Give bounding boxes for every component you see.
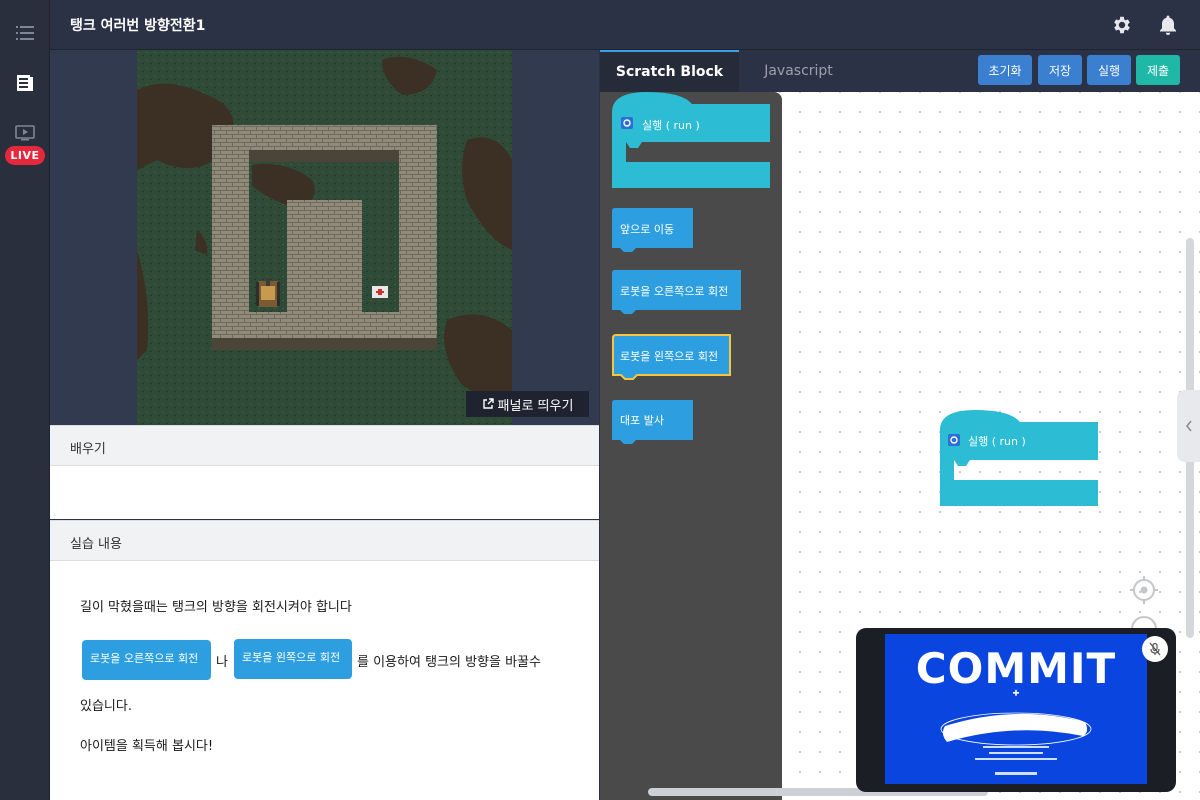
flyout-forward-block[interactable]: 앞으로 이동 [612,208,694,252]
app-root: LIVE 탱크 여러번 방향전환1 패널로 띄우기 배우기 실습 내용 길이 막… [0,0,1200,800]
run-button[interactable]: 실행 [1087,55,1131,85]
video-play-icon[interactable] [0,122,50,144]
learn-body [50,466,600,519]
flyout-fire-label: 대포 발사 [620,414,664,427]
zoom-control-icon[interactable] [1129,615,1159,629]
chevron-left-icon [1185,420,1192,432]
menu-list-icon[interactable] [0,22,50,44]
video-graphic [940,689,1092,775]
flyout-forward-label: 앞으로 이동 [620,223,675,236]
practice-line-4: 아이템을 획득해 봅시다! [80,739,214,754]
popout-panel-button[interactable]: 패널로 띄우기 [466,391,589,417]
flyout-turn-right-label: 로봇을 오른쪽으로 회전 [620,285,729,298]
external-link-icon [482,398,494,409]
tank-sprite [256,278,280,307]
game-map[interactable] [137,50,512,425]
practice-conj: 나 [216,655,228,670]
inline-block-turn-right: 로봇을 오른쪽으로 회전 [82,640,211,680]
left-rail: LIVE [0,0,50,800]
mic-off-icon [1149,642,1161,656]
item-pickup [372,286,388,298]
practice-content: 길이 막혔을때는 탱크의 방향을 회전시켜야 합니다 로봇을 오른쪽으로 회전 … [50,561,600,800]
tab-javascript[interactable]: Javascript [739,50,858,92]
page-title: 탱크 여러번 방향전환1 [70,18,206,34]
practice-line-3: 있습니다. [80,699,132,714]
save-button[interactable]: 저장 [1038,55,1082,85]
gear-small-icon [621,117,633,129]
practice-heading: 실습 내용 [70,537,122,552]
flyout-run-block[interactable]: 실행 ( run ) [612,92,772,190]
live-badge[interactable]: LIVE [5,146,45,165]
workspace-run-block[interactable]: 실행 ( run ) [940,410,1100,508]
editor-tabs: Scratch Block Javascript 초기화 저장 실행 제출 [600,50,1200,92]
recenter-icon[interactable] [1129,575,1159,605]
side-panel-toggle[interactable] [1177,390,1200,462]
reset-button[interactable]: 초기화 [978,55,1032,85]
popout-label: 패널로 띄우기 [497,398,574,414]
gear-icon[interactable] [1110,13,1134,37]
document-icon[interactable] [0,72,50,94]
learn-heading-bar[interactable]: 배우기 [50,425,600,466]
video-overlay[interactable]: COMMIT [856,628,1176,792]
video-screen: COMMIT [885,634,1147,784]
code-editor: Scratch Block Javascript 초기화 저장 실행 제출 실행… [600,50,1200,800]
block-flyout: 실행 ( run ) 앞으로 이동 로봇을 오른쪽으로 회전 로봇을 왼쪽으로 … [600,92,782,800]
practice-line-2-tail: 를 이용하여 탱크의 방향을 바꿀수 [357,655,541,670]
flyout-fire-block[interactable]: 대포 발사 [612,400,694,444]
submit-button[interactable]: 제출 [1136,55,1180,85]
gear-small-icon [948,434,960,446]
practice-line-1: 길이 막혔을때는 탱크의 방향을 회전시켜야 합니다 [80,600,352,615]
flyout-turn-left-label: 로봇을 왼쪽으로 회전 [620,350,719,363]
mic-muted-button[interactable] [1142,636,1168,662]
flyout-run-label: 실행 ( run ) [642,119,700,132]
game-panel: 패널로 띄우기 [50,50,600,425]
practice-heading-bar[interactable]: 실습 내용 [50,520,600,561]
top-bar: 탱크 여러번 방향전환1 [50,0,1200,50]
learn-heading: 배우기 [70,442,106,457]
bell-icon[interactable] [1156,13,1180,37]
tab-scratch-block[interactable]: Scratch Block [600,50,739,92]
flyout-turn-left-block[interactable]: 로봇을 왼쪽으로 회전 [612,334,732,380]
flyout-turn-right-block[interactable]: 로봇을 오른쪽으로 회전 [612,270,742,314]
inline-block-turn-left: 로봇을 왼쪽으로 회전 [234,639,352,679]
workspace-run-label: 실행 ( run ) [968,435,1026,448]
